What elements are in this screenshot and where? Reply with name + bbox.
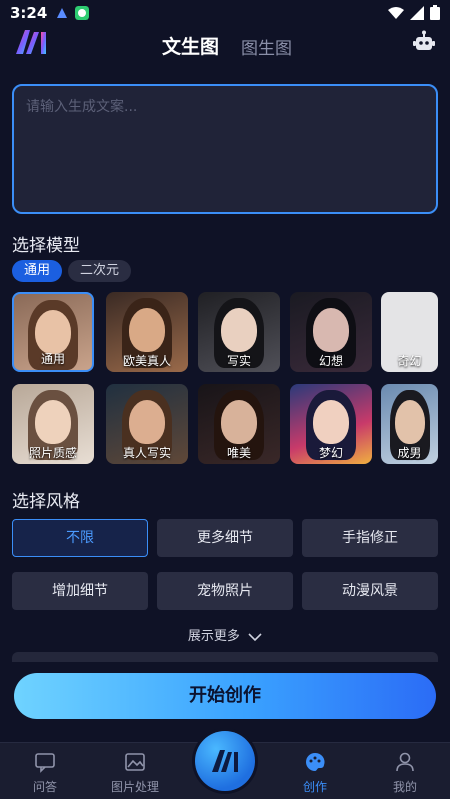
model-label: 写实 [226,354,251,368]
battery-icon [430,5,440,20]
nav-label: 图片处理 [110,780,159,794]
style-option-more-details[interactable]: 更多细节 [157,519,293,557]
style-section-title: 选择风格 [12,492,80,512]
palette-icon [306,752,325,771]
style-option-pet-photo[interactable]: 宠物照片 [157,572,293,610]
model-label: 成男 [397,446,422,460]
model-face [313,308,349,352]
nav-item-mine[interactable]: 我的 [365,751,445,795]
model-face [129,400,165,444]
center-ai-button[interactable] [195,731,255,791]
model-card-fantasy[interactable]: 幻想 [290,292,372,372]
category-chip-anime[interactable]: 二次元 [68,260,132,282]
model-section-title: 选择模型 [12,236,80,256]
style-option-unlimited[interactable]: 不限 [12,519,148,557]
nav-label: 我的 [392,780,417,794]
model-card-western-real[interactable]: 欧美真人 [106,292,188,372]
model-card-realistic[interactable]: 写实 [198,292,280,372]
model-face [394,400,425,444]
app-notification-icon [57,8,68,18]
category-chip-general[interactable]: 通用 [12,260,63,282]
image-icon [125,753,145,771]
model-label: 梦幻 [318,446,343,460]
panel-edge [12,652,438,662]
tab-text-to-image[interactable]: 文生图 [162,32,219,59]
model-card-photo-texture[interactable]: 照片质感 [12,384,94,464]
nav-item-qa[interactable]: 问答 [5,751,85,795]
model-face [35,310,71,354]
style-option-anime-scenery[interactable]: 动漫风景 [302,572,438,610]
model-card-dream[interactable]: 梦幻 [290,384,372,464]
status-icons [388,5,440,20]
model-face [35,400,71,444]
signal-icon [410,5,424,20]
nav-label: 问答 [32,780,57,794]
start-creation-button[interactable]: 开始创作 [14,673,436,719]
model-card-magic[interactable]: 奇幻 [381,292,438,372]
model-label: 照片质感 [28,446,77,460]
show-more-toggle[interactable]: 展示更多 [0,625,450,644]
model-label: 真人写实 [122,446,171,460]
user-icon [396,752,414,772]
nav-item-create[interactable]: 创作 [275,751,355,795]
model-face [313,400,349,444]
model-label: 幻想 [318,354,343,368]
prompt-input[interactable]: 请输入生成文案... [12,84,438,214]
model-card-beautiful[interactable]: 唯美 [198,384,280,464]
app-logo-icon [16,30,46,54]
tab-image-to-image[interactable]: 图生图 [241,34,292,59]
status-bar: 3:24 [0,0,450,26]
status-time: 3:24 [10,4,48,22]
model-card-real-person[interactable]: 真人写实 [106,384,188,464]
style-option-add-details[interactable]: 增加细节 [12,572,148,610]
model-card-general[interactable]: 通用 [12,292,94,372]
nav-label: 创作 [302,780,327,794]
model-face [221,308,257,352]
model-label: 唯美 [226,446,251,460]
show-more-label: 展示更多 [187,629,240,644]
robot-icon[interactable] [412,30,436,54]
style-option-finger-fix[interactable]: 手指修正 [302,519,438,557]
chat-icon [35,753,55,773]
chevron-down-icon [248,632,262,641]
model-card-adult-male[interactable]: 成男 [381,384,438,464]
model-face [221,400,257,444]
wechat-notification-icon [75,6,90,20]
model-label: 欧美真人 [122,354,171,368]
model-face [129,308,165,352]
top-header: 文生图 图生图 [0,26,450,66]
app-logo-icon [212,750,238,772]
model-label: 奇幻 [397,354,422,368]
nav-item-image-processing[interactable]: 图片处理 [95,751,175,795]
model-label: 通用 [40,352,65,366]
wifi-icon [388,6,404,19]
